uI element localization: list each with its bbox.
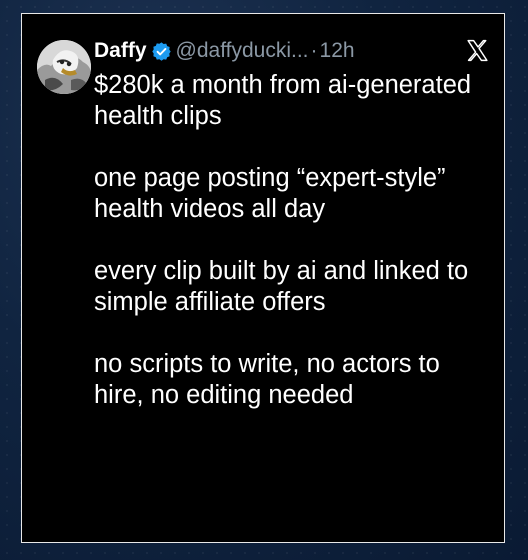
tweet-paragraph: one page posting “expert-style” health v… — [94, 164, 446, 223]
avatar-image — [37, 40, 91, 94]
header-separator: · — [310, 39, 318, 62]
tweet-card[interactable]: Daffy @daffyducki... · 12h $280k a month… — [21, 13, 505, 543]
tweet-body: $280k a month from ai-generated health c… — [94, 70, 494, 442]
tweet-paragraph: $280k a month from ai-generated health c… — [94, 71, 472, 130]
tweet-paragraph: every clip built by ai and linked to sim… — [94, 257, 469, 316]
post-time[interactable]: 12h — [320, 39, 355, 63]
verified-badge-icon — [151, 41, 172, 62]
tweet-paragraph: no scripts to write, no actors to hire, … — [94, 350, 440, 409]
x-logo-icon[interactable] — [465, 38, 490, 63]
tweet-header: Daffy @daffyducki... · 12h — [94, 36, 355, 66]
author-handle[interactable]: @daffyducki... — [176, 39, 309, 63]
avatar[interactable] — [37, 40, 91, 94]
author-name[interactable]: Daffy — [94, 39, 147, 63]
